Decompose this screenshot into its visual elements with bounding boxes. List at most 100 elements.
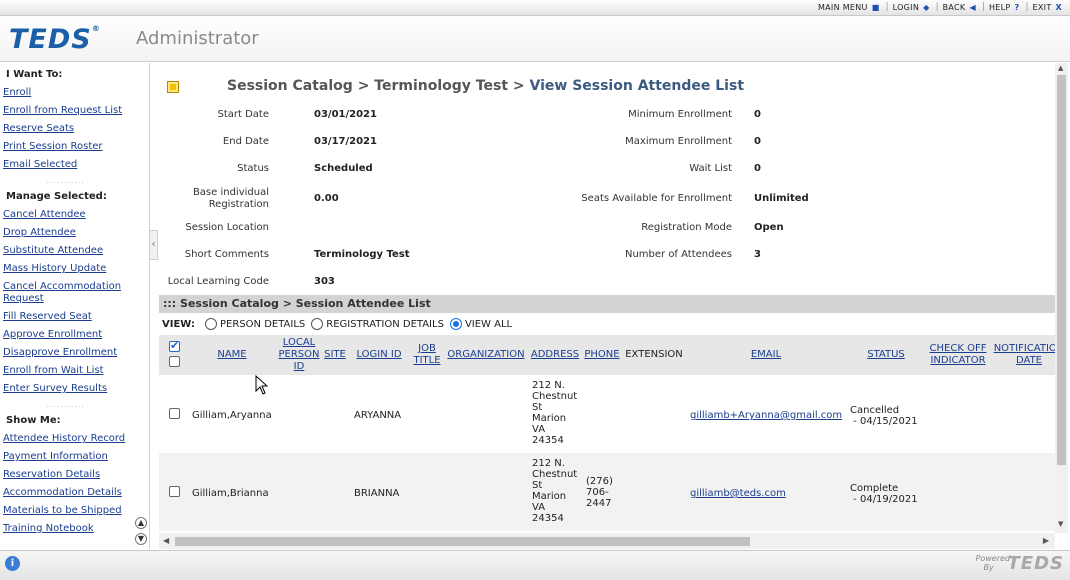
help-icon: ? bbox=[1014, 2, 1020, 12]
column-login-id[interactable]: LOGIN ID bbox=[353, 349, 405, 361]
teds-footer-logo: TEDS bbox=[1007, 553, 1064, 574]
info-icon[interactable]: i bbox=[5, 556, 20, 571]
column-site[interactable]: SITE bbox=[323, 349, 347, 361]
training-notebook-link[interactable]: Training Notebook bbox=[3, 520, 149, 538]
email-selected-link[interactable]: Email Selected bbox=[3, 156, 149, 174]
scroll-down-arrow-icon[interactable]: ▼ bbox=[1058, 520, 1063, 528]
person-details-radio[interactable] bbox=[205, 318, 218, 330]
exit-link[interactable]: EXIT X bbox=[1033, 3, 1062, 12]
divider: ........... bbox=[46, 400, 85, 409]
top-nav-items: MAIN MENU ■ | LOGIN ◆ | BACK ◀ | HELP? | EX… bbox=[814, 2, 1062, 12]
main-menu-link[interactable]: MAIN MENU ■ bbox=[818, 3, 880, 12]
table-row: Gilliam,Brianna BRIANNA 212 N. Chestnut … bbox=[159, 453, 1055, 531]
attendee-address: 212 N. Chestnut St Marion VA 24354 bbox=[532, 458, 578, 524]
scroll-left-arrow-icon[interactable]: ◀ bbox=[163, 536, 169, 545]
cancel-accommodation-request-link[interactable]: Cancel Accommodation Request bbox=[3, 281, 143, 305]
reservation-details-link[interactable]: Reservation Details bbox=[3, 466, 149, 484]
column-local-person-id[interactable]: LOCAL PERSON ID bbox=[277, 337, 321, 373]
cancel-attendee-link[interactable]: Cancel Attendee bbox=[3, 206, 149, 224]
min-enrollment-value: 0 bbox=[754, 109, 761, 120]
vertical-scroll-thumb[interactable] bbox=[1057, 75, 1066, 465]
local-learning-code-label: Local Learning Code bbox=[167, 276, 269, 287]
scroll-up-arrow-icon[interactable]: ▲ bbox=[1058, 64, 1063, 72]
show-me-heading: Show Me: bbox=[6, 415, 61, 426]
login-link[interactable]: LOGIN ◆ bbox=[893, 3, 930, 12]
mass-history-update-link[interactable]: Mass History Update bbox=[3, 260, 149, 278]
attendee-address: 212 N. Chestnut St Marion VA 24354 bbox=[532, 380, 578, 446]
attendee-history-record-link[interactable]: Attendee History Record bbox=[3, 430, 149, 448]
view-all-radio[interactable] bbox=[449, 318, 462, 330]
enroll-from-request-list-link[interactable]: Enroll from Request List bbox=[3, 102, 149, 120]
fill-reserved-seat-link[interactable]: Fill Reserved Seat bbox=[3, 308, 149, 326]
wait-list-value: 0 bbox=[754, 163, 761, 174]
drop-attendee-link[interactable]: Drop Attendee bbox=[3, 224, 149, 242]
table-row: Gilliam,Aryanna ARYANNA 212 N. Chestnut … bbox=[159, 375, 1055, 453]
registration-details-radio[interactable] bbox=[311, 318, 324, 330]
number-of-attendees-label: Number of Attendees bbox=[624, 249, 732, 260]
disapprove-enrollment-link[interactable]: Disapprove Enrollment bbox=[3, 344, 149, 362]
row-checkbox[interactable] bbox=[169, 486, 180, 497]
column-notification-date[interactable]: NOTIFICATION DATE bbox=[991, 343, 1055, 367]
collapse-sidebar-icon[interactable]: ‹ bbox=[150, 230, 158, 260]
short-comments-value: Terminology Test bbox=[314, 249, 410, 260]
column-status[interactable]: STATUS bbox=[864, 349, 908, 361]
column-address[interactable]: ADDRESS bbox=[530, 349, 580, 361]
attendee-status: Complete - 04/19/2021 bbox=[850, 483, 918, 505]
column-phone[interactable]: PHONE bbox=[584, 349, 620, 361]
seats-available-value: Unlimited bbox=[754, 193, 809, 204]
attendee-email-link[interactable]: gilliamb@teds.com bbox=[690, 488, 786, 499]
diamond-icon: ◆ bbox=[923, 2, 930, 12]
scroll-up-icon[interactable]: ▲ bbox=[135, 517, 147, 529]
start-date-label: Start Date bbox=[217, 109, 269, 120]
short-comments-label: Short Comments bbox=[184, 249, 269, 260]
wait-list-label: Wait List bbox=[689, 163, 732, 174]
seats-available-label: Seats Available for Enrollment bbox=[581, 193, 732, 204]
back-link[interactable]: BACK ◀ bbox=[943, 3, 976, 12]
divider: ........... bbox=[46, 176, 85, 185]
start-date-value: 03/01/2021 bbox=[314, 109, 377, 120]
attendee-phone: (276) 706- 2447 bbox=[586, 476, 613, 509]
row-checkbox[interactable] bbox=[169, 408, 180, 419]
help-link[interactable]: HELP? bbox=[989, 3, 1020, 12]
status-label: Status bbox=[237, 163, 269, 174]
enter-survey-results-link[interactable]: Enter Survey Results bbox=[3, 380, 149, 398]
section-title: ::: Session Catalog > Session Attendee L… bbox=[159, 295, 1055, 313]
accommodation-details-link[interactable]: Accommodation Details bbox=[3, 484, 149, 502]
close-icon: X bbox=[1055, 2, 1062, 12]
attendee-name: Gilliam,Aryanna bbox=[192, 410, 272, 421]
catalog-icon bbox=[167, 81, 179, 93]
deselect-all-checkbox[interactable] bbox=[169, 356, 180, 367]
powered-by-text: Powered By bbox=[975, 554, 1010, 572]
approve-enrollment-link[interactable]: Approve Enrollment bbox=[3, 326, 149, 344]
scroll-right-arrow-icon[interactable]: ▶ bbox=[1043, 536, 1049, 545]
column-check-off-indicator[interactable]: CHECK OFF INDICATOR bbox=[924, 343, 992, 367]
column-job-title[interactable]: JOB TITLE bbox=[411, 343, 443, 367]
reserve-seats-link[interactable]: Reserve Seats bbox=[3, 120, 149, 138]
column-name[interactable]: NAME bbox=[214, 349, 250, 361]
nav-separator: | bbox=[885, 2, 889, 12]
enroll-from-wait-list-link[interactable]: Enroll from Wait List bbox=[3, 362, 149, 380]
base-registration-label: Base individual Registration bbox=[192, 187, 269, 210]
teds-logo: TEDS® bbox=[9, 24, 101, 55]
max-enrollment-label: Maximum Enrollment bbox=[625, 136, 732, 147]
enroll-link[interactable]: Enroll bbox=[3, 84, 149, 102]
session-location-label: Session Location bbox=[185, 222, 269, 233]
attendee-email-link[interactable]: gilliamb+Aryanna@gmail.com bbox=[690, 410, 842, 421]
print-session-roster-link[interactable]: Print Session Roster bbox=[3, 138, 149, 156]
horizontal-scroll-thumb[interactable] bbox=[175, 537, 750, 546]
scroll-down-icon[interactable]: ▼ bbox=[135, 533, 147, 545]
substitute-attendee-link[interactable]: Substitute Attendee bbox=[3, 242, 149, 260]
table-header: NAME LOCAL PERSON ID SITE LOGIN ID JOB T… bbox=[159, 335, 1055, 375]
column-organization[interactable]: ORGANIZATION bbox=[445, 349, 527, 361]
column-email[interactable]: EMAIL bbox=[746, 349, 786, 361]
horizontal-scrollbar[interactable]: ◀ ▶ bbox=[159, 533, 1055, 549]
vertical-scrollbar[interactable]: ▲ ▼ bbox=[1055, 63, 1068, 533]
base-registration-value: 0.00 bbox=[314, 193, 339, 204]
registration-mode-value: Open bbox=[754, 222, 784, 233]
min-enrollment-label: Minimum Enrollment bbox=[628, 109, 732, 120]
materials-to-be-shipped-link[interactable]: Materials to be Shipped bbox=[3, 502, 149, 520]
select-all-checkbox[interactable] bbox=[169, 339, 180, 352]
attendee-login: BRIANNA bbox=[354, 488, 400, 499]
payment-information-link[interactable]: Payment Information bbox=[3, 448, 149, 466]
i-want-to-heading: I Want To: bbox=[6, 69, 63, 80]
